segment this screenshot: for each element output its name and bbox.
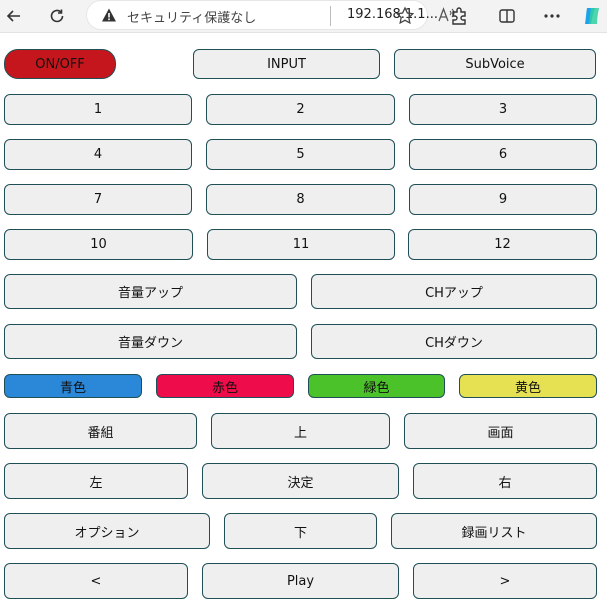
yellow-button[interactable]: 黄色 — [459, 374, 597, 398]
browser-toolbar: セキュリティ保護なし 192.168.1.1... — [0, 0, 607, 33]
address-bar[interactable]: セキュリティ保護なし 192.168.1.1... — [86, 0, 455, 30]
left-button[interactable]: 左 — [4, 463, 188, 499]
digit-7-button[interactable]: 7 — [4, 184, 192, 215]
up-button[interactable]: 上 — [211, 413, 390, 449]
option-button[interactable]: オプション — [4, 513, 210, 549]
digit-8-button[interactable]: 8 — [206, 184, 395, 215]
digit-3-button[interactable]: 3 — [409, 94, 597, 125]
channel-down-button[interactable]: CHダウン — [311, 324, 597, 359]
previous-button[interactable]: < — [4, 563, 188, 599]
recording-list-button[interactable]: 録画リスト — [391, 513, 597, 549]
channel-up-button[interactable]: CHアップ — [311, 274, 597, 309]
screen-button[interactable]: 画面 — [404, 413, 597, 449]
split-screen-icon[interactable] — [495, 4, 519, 28]
warning-icon[interactable] — [101, 7, 117, 27]
volume-down-button[interactable]: 音量ダウン — [4, 324, 297, 359]
blue-button[interactable]: 青色 — [4, 374, 142, 398]
digit-10-button[interactable]: 10 — [4, 229, 193, 260]
digit-4-button[interactable]: 4 — [4, 139, 192, 170]
program-guide-button[interactable]: 番組 — [4, 413, 197, 449]
security-label[interactable]: セキュリティ保護なし — [127, 7, 256, 26]
down-button[interactable]: 下 — [224, 513, 377, 549]
digit-12-button[interactable]: 12 — [408, 229, 597, 260]
digit-2-button[interactable]: 2 — [206, 94, 395, 125]
green-button[interactable]: 緑色 — [308, 374, 445, 398]
address-separator — [330, 6, 331, 26]
red-button[interactable]: 赤色 — [156, 374, 294, 398]
power-button[interactable]: ON/OFF — [4, 49, 116, 79]
play-button[interactable]: Play — [202, 563, 399, 599]
digit-1-button[interactable]: 1 — [4, 94, 192, 125]
digit-5-button[interactable]: 5 — [206, 139, 395, 170]
refresh-icon[interactable] — [45, 4, 69, 28]
more-options-icon[interactable] — [540, 4, 564, 28]
copilot-icon[interactable] — [580, 4, 604, 28]
back-arrow-icon[interactable] — [2, 4, 26, 28]
digit-9-button[interactable]: 9 — [409, 184, 597, 215]
enter-button[interactable]: 決定 — [202, 463, 399, 499]
input-button[interactable]: INPUT — [193, 49, 380, 79]
favorite-star-icon[interactable] — [393, 4, 417, 28]
extensions-icon[interactable] — [447, 4, 471, 28]
digit-11-button[interactable]: 11 — [207, 229, 395, 260]
digit-6-button[interactable]: 6 — [409, 139, 597, 170]
next-button[interactable]: > — [413, 563, 597, 599]
right-button[interactable]: 右 — [413, 463, 597, 499]
volume-up-button[interactable]: 音量アップ — [4, 274, 297, 309]
subvoice-button[interactable]: SubVoice — [394, 49, 596, 79]
